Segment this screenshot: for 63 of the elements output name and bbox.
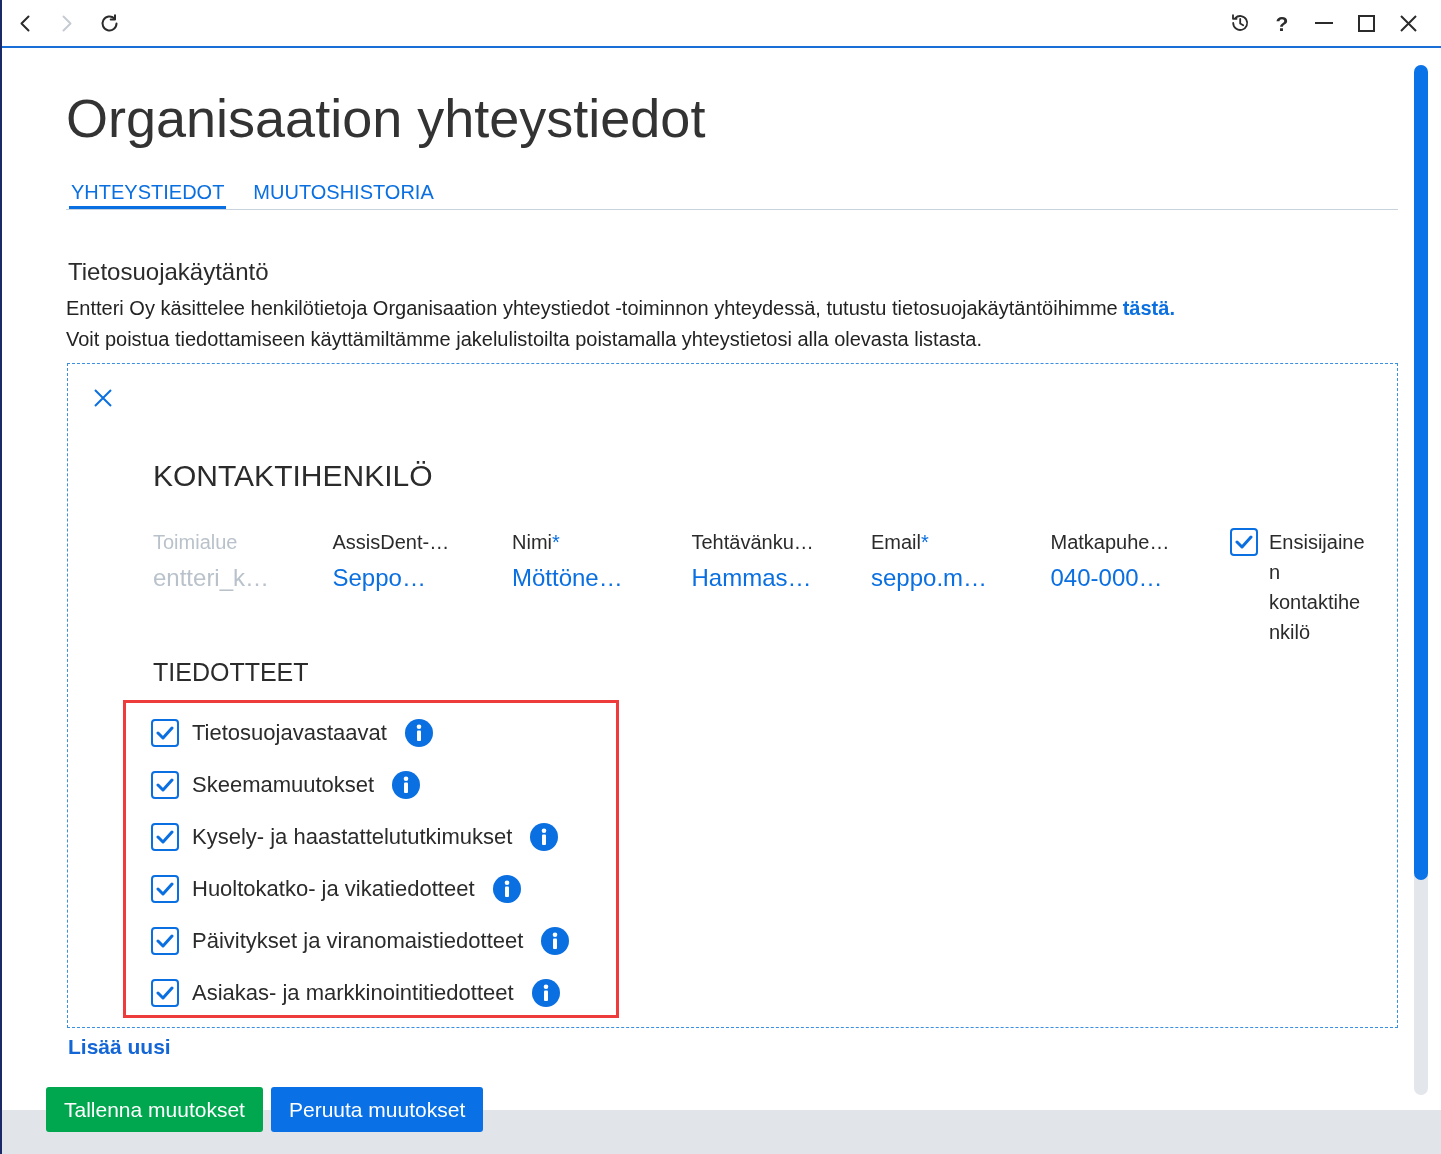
close-icon [1399, 14, 1417, 32]
close-icon [94, 389, 112, 407]
checkbox-label: Tietosuojavastaavat [192, 719, 387, 747]
tab[interactable]: MUUTOSHISTORIA [251, 178, 436, 209]
info-icon[interactable] [530, 823, 559, 851]
field-value[interactable]: Seppo… [332, 560, 512, 596]
help-button[interactable]: ? [1265, 6, 1299, 40]
tab[interactable]: YHTEYSTIEDOT [69, 178, 227, 209]
page-title: Organisaation yhteystiedot [66, 87, 707, 150]
maximize-icon [1357, 14, 1375, 32]
field-label: Email* [871, 530, 930, 555]
check-icon [156, 882, 174, 896]
checkbox-label: Ensisijainen kontaktihenkilö [1269, 530, 1366, 645]
chevron-left-icon [20, 14, 30, 32]
field-value[interactable]: Hammas… [691, 560, 871, 596]
chevron-right-icon [62, 14, 72, 32]
check-icon [156, 934, 174, 948]
info-icon[interactable] [404, 719, 433, 747]
info-icon[interactable] [531, 979, 560, 1007]
field-value[interactable]: seppo.m… [871, 560, 1051, 596]
cancel-button[interactable]: Peruuta muutokset [270, 1087, 484, 1132]
privacy-text: Entteri Oy käsittelee henkilötietoja Organisaation yhteystiedot -toiminnon yhteydessä, tutustu tietosuojakäytäntöihimme tästä. [66, 296, 1176, 321]
refresh-icon [99, 13, 119, 33]
check-icon [156, 778, 174, 792]
field-value: entteri_k… [153, 563, 271, 593]
checkbox-label: Kysely- ja haastattelututkimukset [192, 823, 513, 851]
checkbox-label: Asiakas- ja markkinointitiedotteet [192, 979, 514, 1007]
info-icon[interactable] [541, 927, 570, 955]
field-label: Nimi* [512, 530, 561, 555]
history-icon [1230, 13, 1250, 33]
checkbox[interactable] [151, 719, 179, 747]
field-value[interactable]: Möttöne… [512, 560, 692, 596]
checkbox-label: Päivitykset ja viranomaistiedotteet [192, 927, 524, 955]
field-label: Matkapuhe… [1050, 530, 1171, 555]
check-icon [156, 986, 174, 1000]
save-button[interactable]: Tallenna muutokset [46, 1087, 263, 1132]
privacy-note: Voit poistua tiedottamiseen käyttämiltämme jakelulistoilta poistamalla yhteystietosi alla olevasta listasta. [66, 327, 983, 352]
checkbox[interactable] [151, 823, 179, 851]
checkbox-label: Huoltokatko- ja vikatiedotteet [192, 875, 475, 903]
privacy-link[interactable]: tästä. [1122, 297, 1175, 319]
info-icon[interactable] [392, 771, 421, 799]
field-label: Tehtävänku… [691, 530, 815, 555]
section-heading: Tietosuojakäytäntö [67, 257, 270, 287]
section-heading: TIEDOTTEET [153, 657, 310, 688]
checkbox[interactable] [151, 875, 179, 903]
minimize-icon [1315, 22, 1333, 24]
scrollbar-thumb[interactable] [1414, 65, 1428, 880]
check-icon [156, 726, 174, 740]
close-button[interactable] [94, 389, 112, 407]
section-heading: KONTAKTIHENKILÖ [153, 458, 434, 494]
check-icon [156, 830, 174, 844]
field-label: AssisDent-… [332, 530, 451, 555]
checkbox[interactable] [151, 927, 179, 955]
scrollbar-track[interactable] [1414, 65, 1428, 1095]
checkbox[interactable] [151, 979, 179, 1007]
checkbox[interactable] [151, 771, 179, 799]
checkbox-label: Skeemamuutokset [192, 771, 375, 799]
info-icon[interactable] [492, 875, 521, 903]
checkbox[interactable] [1230, 528, 1258, 556]
field-value[interactable]: 040-000… [1050, 560, 1230, 596]
add-new-link[interactable]: Lisää uusi [68, 1033, 171, 1061]
check-icon [1235, 535, 1253, 549]
field-label: Toimialue [153, 530, 239, 555]
